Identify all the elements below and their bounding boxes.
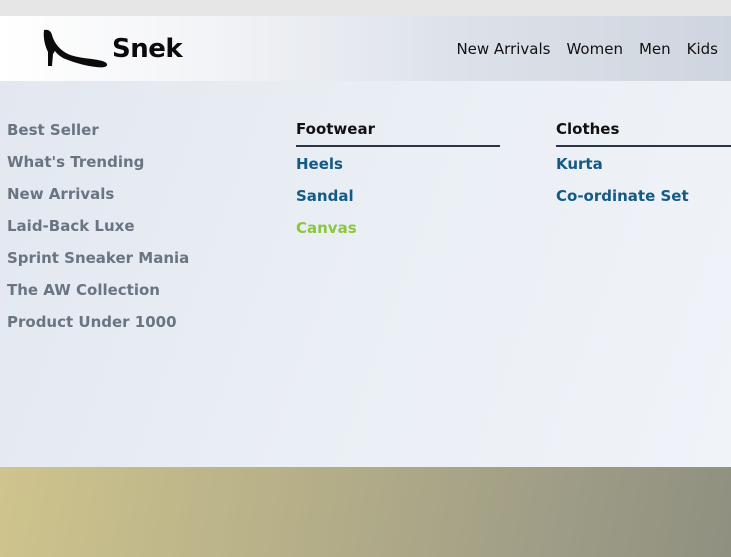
- footwear-link-heels[interactable]: Heels: [296, 153, 500, 185]
- nav-men[interactable]: Men: [639, 40, 671, 58]
- menu-item-laid-back-luxe[interactable]: Laid-Back Luxe: [7, 215, 189, 247]
- footwear-heading: Footwear: [296, 119, 500, 147]
- hero-banner: [0, 467, 731, 557]
- footwear-link-canvas[interactable]: Canvas: [296, 217, 500, 249]
- brand-logo[interactable]: Snek: [40, 28, 183, 70]
- nav-new-arrivals[interactable]: New Arrivals: [456, 40, 550, 58]
- clothes-heading: Clothes: [556, 119, 731, 147]
- clothes-link-kurta[interactable]: Kurta: [556, 153, 731, 185]
- brand-name: Snek: [112, 34, 183, 64]
- footwear-link-sandal[interactable]: Sandal: [296, 185, 500, 217]
- menu-item-whats-trending[interactable]: What's Trending: [7, 151, 189, 183]
- top-strip: [0, 0, 731, 16]
- clothes-link-coordinate-set[interactable]: Co-ordinate Set: [556, 185, 731, 217]
- menu-item-sprint-sneaker-mania[interactable]: Sprint Sneaker Mania: [7, 247, 189, 279]
- menu-item-new-arrivals[interactable]: New Arrivals: [7, 183, 189, 215]
- footwear-column: Footwear Heels Sandal Canvas: [296, 119, 500, 249]
- menu-item-aw-collection[interactable]: The AW Collection: [7, 279, 189, 311]
- highlights-list: Best Seller What's Trending New Arrivals…: [7, 119, 189, 343]
- mega-menu: Best Seller What's Trending New Arrivals…: [0, 81, 731, 467]
- main-nav: New Arrivals Women Men Kids: [456, 40, 718, 58]
- clothes-column: Clothes Kurta Co-ordinate Set: [556, 119, 731, 217]
- site-header: Snek New Arrivals Women Men Kids: [0, 16, 731, 81]
- nav-women[interactable]: Women: [566, 40, 622, 58]
- menu-item-best-seller[interactable]: Best Seller: [7, 119, 189, 151]
- menu-item-under-1000[interactable]: Product Under 1000: [7, 311, 189, 343]
- nav-kids[interactable]: Kids: [687, 40, 718, 58]
- high-heel-icon: [43, 29, 108, 68]
